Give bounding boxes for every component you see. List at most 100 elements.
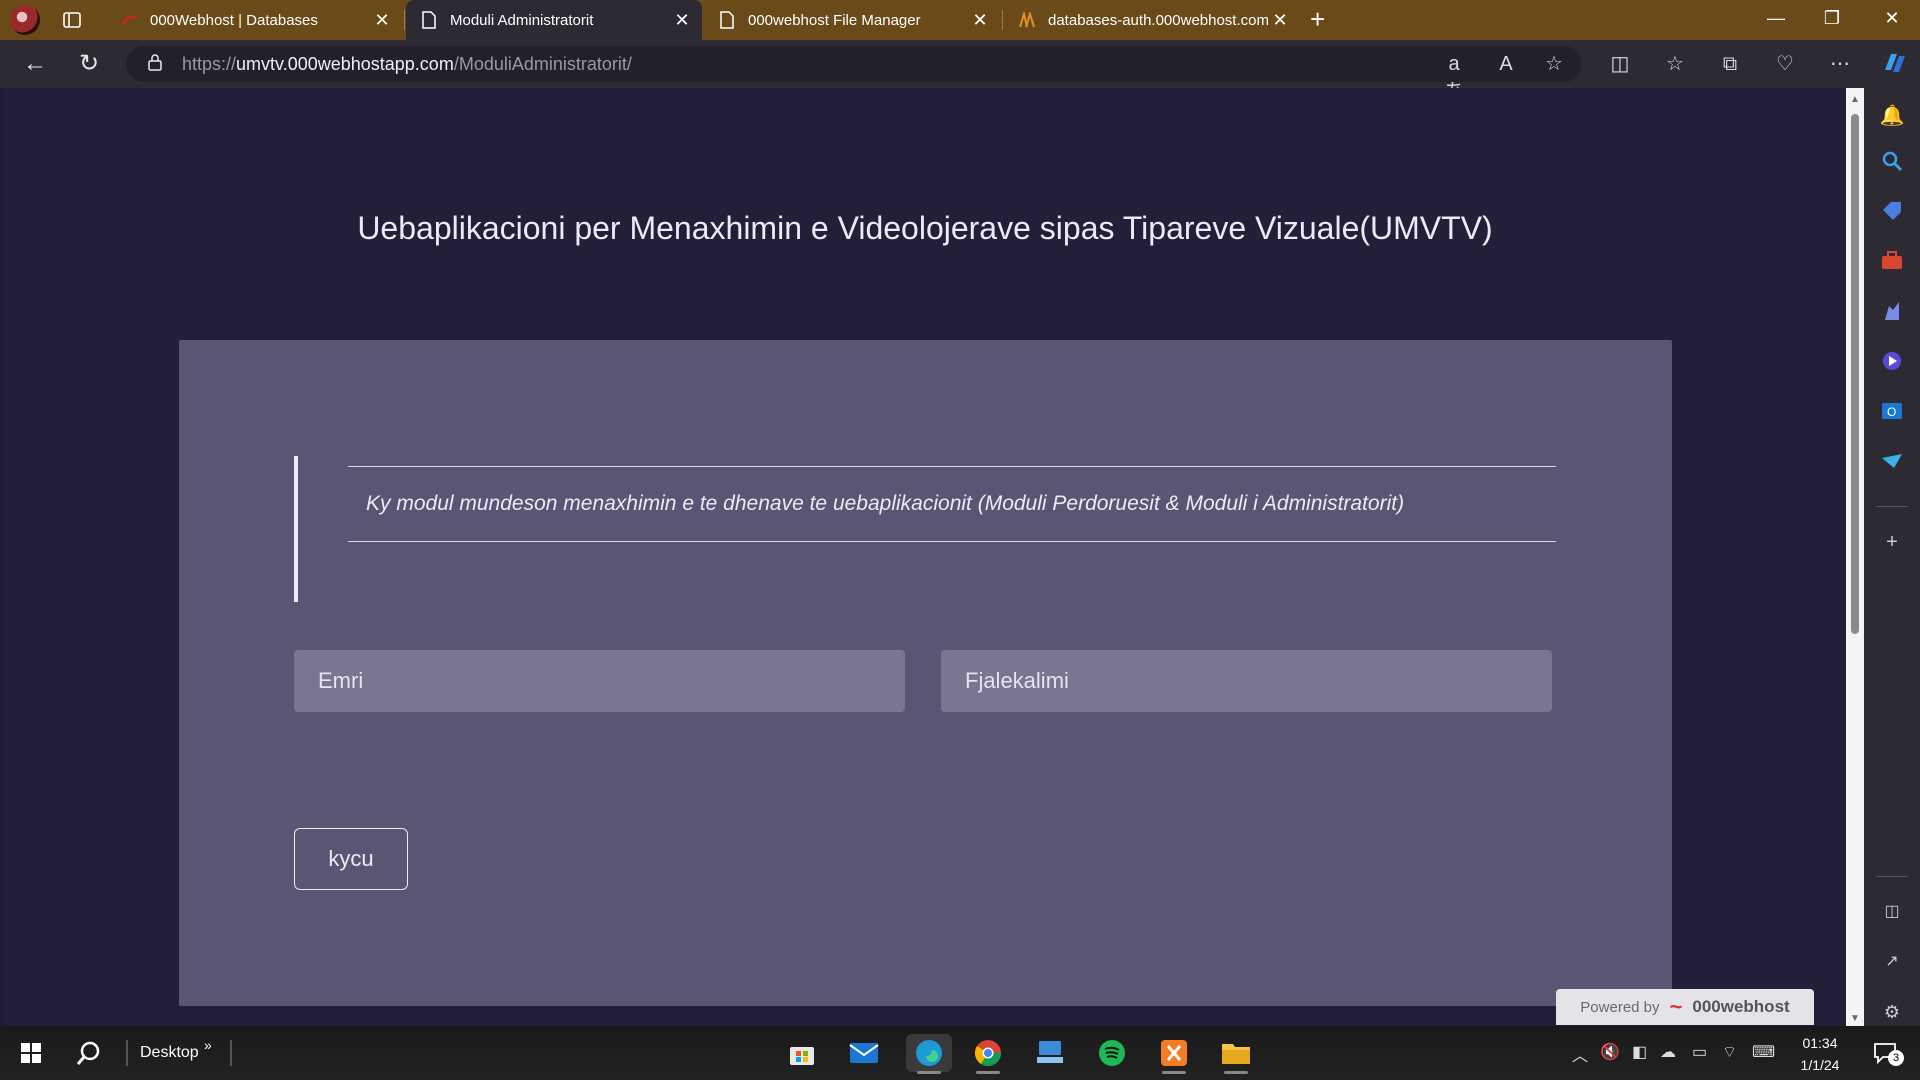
notification-count-badge: 3: [1888, 1050, 1904, 1066]
svg-text:O: O: [1887, 405, 1896, 419]
tab-actions-icon[interactable]: [62, 10, 84, 30]
xampp-icon[interactable]: [1154, 1034, 1194, 1074]
sidebar-toggle-icon[interactable]: ◫: [1878, 898, 1906, 926]
wifi-icon[interactable]: ⌔: [1722, 1042, 1737, 1062]
scrollbar-thumb[interactable]: [1851, 114, 1859, 634]
document-icon: [718, 11, 736, 29]
taskbar-divider: [126, 1040, 128, 1066]
cloud-off-icon[interactable]: ☁: [1660, 1042, 1676, 1062]
profile-avatar[interactable]: [10, 5, 40, 35]
translate-icon[interactable]: aあ: [1440, 50, 1468, 103]
chrome-icon[interactable]: [968, 1034, 1008, 1074]
edge-browser-icon[interactable]: [906, 1034, 952, 1074]
scroll-up-icon[interactable]: ▲: [1850, 94, 1860, 105]
search-icon[interactable]: [1878, 150, 1906, 178]
password-input[interactable]: [941, 650, 1552, 712]
mail-icon[interactable]: [844, 1034, 884, 1072]
tab-label: databases-auth.000webhost.com: [1048, 11, 1268, 29]
desktop-toolbar[interactable]: Desktop: [140, 1036, 199, 1070]
collections-icon[interactable]: ⧉: [1716, 50, 1744, 78]
close-window-icon[interactable]: ✕: [1872, 8, 1912, 29]
clock-time: 01:34: [1802, 1035, 1838, 1051]
back-icon[interactable]: ←: [20, 50, 50, 78]
battery-icon[interactable]: ▭: [1692, 1042, 1707, 1062]
powered-by-badge[interactable]: Powered by ~ 000webhost: [1556, 989, 1814, 1025]
favorite-star-icon[interactable]: ☆: [1540, 50, 1568, 78]
windows-taskbar: Desktop » ︿ 🔇 ◧ ☁ ▭ ⌔ ⌨ 01:34 1/1/24 3: [0, 1026, 1920, 1080]
camera-icon[interactable]: ◧: [1632, 1042, 1647, 1062]
keyboard-icon[interactable]: ⌨: [1752, 1042, 1775, 1062]
webhost-logo-icon: ~: [1669, 994, 1683, 1019]
tab-databases-auth[interactable]: databases-auth.000webhost.com ✕: [1004, 0, 1300, 40]
running-indicator: [976, 1071, 1000, 1074]
address-bar[interactable]: https://umvtv.000webhostapp.com/ModuliAd…: [126, 46, 1582, 103]
shopping-tag-icon[interactable]: [1878, 200, 1906, 228]
more-options-icon[interactable]: ⋯: [1826, 50, 1854, 78]
description-blockquote: Ky modul mundeson menaxhimin e te dhenav…: [294, 456, 1556, 602]
edge-sidebar: 🔔 O + ◫ ↗ ⚙: [1864, 88, 1920, 1026]
brand-name: 000webhost: [1692, 997, 1790, 1016]
document-icon: [420, 11, 438, 29]
description-box: Ky modul mundeson menaxhimin e te dhenav…: [348, 466, 1556, 542]
notifications-icon[interactable]: 3: [1866, 1036, 1906, 1070]
bell-icon[interactable]: 🔔: [1878, 102, 1906, 130]
copilot-icon[interactable]: [1880, 50, 1908, 78]
url-text: https://umvtv.000webhostapp.com/ModuliAd…: [182, 53, 632, 74]
login-card: Ky modul mundeson menaxhimin e te dhenav…: [179, 340, 1672, 1006]
tab-moduli-administratorit[interactable]: Moduli Administratorit ✕: [406, 0, 702, 40]
split-screen-icon[interactable]: ◫: [1606, 50, 1634, 78]
outlook-icon[interactable]: O: [1878, 400, 1906, 428]
refresh-icon[interactable]: ↻: [74, 50, 104, 78]
close-icon[interactable]: ✕: [370, 10, 394, 31]
restore-icon[interactable]: ❐: [1812, 8, 1852, 29]
search-icon[interactable]: [72, 1036, 106, 1070]
browser-essentials-icon[interactable]: ♡: [1771, 50, 1799, 78]
page-viewport: Uebaplikacioni per Menaxhimin e Videoloj…: [4, 88, 1846, 1026]
pma-icon: [1018, 11, 1036, 29]
lock-icon: [148, 53, 164, 76]
tab-file-manager[interactable]: 000webhost File Manager ✕: [704, 0, 1000, 40]
gear-icon[interactable]: ⚙: [1878, 998, 1906, 1026]
running-indicator: [1162, 1071, 1186, 1074]
tools-icon[interactable]: [1878, 250, 1906, 278]
page-title: Uebaplikacioni per Menaxhimin e Videoloj…: [357, 210, 1493, 246]
external-link-icon[interactable]: ↗: [1878, 948, 1906, 976]
page-scrollbar[interactable]: ▲ ▼: [1846, 88, 1864, 1026]
scroll-down-icon[interactable]: ▼: [1850, 1013, 1860, 1024]
windows-start-icon[interactable]: [14, 1036, 48, 1070]
speaker-muted-icon[interactable]: 🔇: [1600, 1042, 1620, 1062]
add-icon[interactable]: +: [1878, 528, 1906, 556]
login-button[interactable]: kycu: [294, 828, 408, 890]
running-indicator: [917, 1071, 941, 1074]
description-text: Ky modul mundeson menaxhimin e te dhenav…: [366, 492, 1405, 515]
tab-label: 000Webhost | Databases: [150, 11, 318, 29]
microsoft-store-icon[interactable]: [782, 1034, 822, 1072]
new-tab-icon[interactable]: +: [1310, 6, 1325, 32]
close-icon[interactable]: ✕: [670, 10, 694, 31]
minimize-icon[interactable]: —: [1756, 8, 1796, 29]
file-explorer-icon[interactable]: [1216, 1034, 1256, 1074]
username-input[interactable]: [294, 650, 905, 712]
close-icon[interactable]: ✕: [1268, 10, 1292, 31]
favorites-icon[interactable]: ☆: [1661, 50, 1689, 78]
read-aloud-icon[interactable]: A: [1492, 50, 1520, 78]
tab-label: Moduli Administratorit: [450, 11, 594, 29]
copilot-sidebar-icon[interactable]: [1878, 350, 1906, 378]
chevron-up-icon[interactable]: ︿: [1572, 1042, 1588, 1066]
send-icon[interactable]: [1878, 450, 1906, 478]
chevron-right-icon[interactable]: »: [204, 1028, 212, 1062]
sidebar-separator: [1876, 506, 1908, 507]
remote-desktop-icon[interactable]: [1030, 1034, 1070, 1072]
tab-separator: [1002, 10, 1003, 30]
spotify-icon[interactable]: [1092, 1034, 1132, 1072]
tab-label: 000webhost File Manager: [748, 11, 921, 29]
tab-separator: [404, 10, 405, 30]
tab-databases[interactable]: 000Webhost | Databases ✕: [106, 0, 402, 40]
close-icon[interactable]: ✕: [968, 10, 992, 31]
games-icon[interactable]: [1878, 300, 1906, 328]
running-indicator: [1224, 1071, 1248, 1074]
system-clock[interactable]: 01:34 1/1/24: [1790, 1032, 1850, 1076]
sidebar-separator: [1876, 876, 1908, 877]
taskbar-divider: [230, 1040, 232, 1066]
clock-date: 1/1/24: [1800, 1057, 1840, 1073]
